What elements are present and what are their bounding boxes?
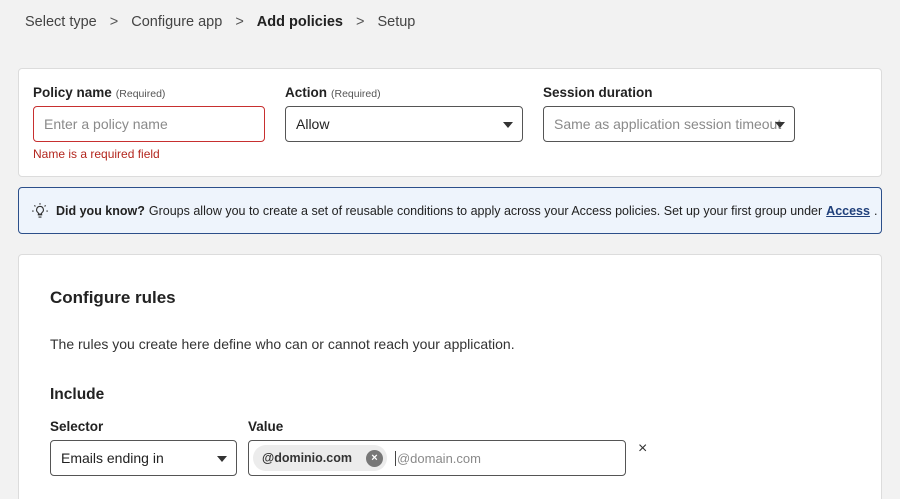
selector-select-value: Emails ending in	[61, 450, 164, 466]
breadcrumb-select-type[interactable]: Select type	[25, 14, 97, 30]
policy-name-error: Name is a required field	[33, 147, 160, 161]
selector-select[interactable]: Emails ending in	[50, 440, 237, 476]
value-placeholder: @domain.com	[394, 450, 481, 466]
action-select-value: Allow	[296, 116, 330, 132]
breadcrumb-separator: >	[356, 14, 365, 30]
remove-rule-icon[interactable]: ×	[638, 440, 647, 458]
configure-rules-description: The rules you create here define who can…	[50, 336, 515, 352]
policy-name-label: Policy name (Required)	[33, 85, 165, 100]
value-label-row: Value	[248, 418, 283, 436]
session-duration-placeholder: Same as application session timeout	[554, 116, 782, 132]
action-label: Action (Required)	[285, 85, 381, 100]
chip-remove-icon[interactable]: ×	[365, 449, 383, 467]
required-marker: (Required)	[331, 88, 381, 100]
policy-name-input[interactable]: Enter a policy name	[33, 106, 265, 142]
breadcrumb: Select type > Configure app > Add polici…	[25, 14, 415, 30]
breadcrumb-configure-app[interactable]: Configure app	[131, 14, 222, 30]
include-title: Include	[50, 386, 105, 403]
action-label-text: Action	[285, 85, 327, 100]
value-chip: @dominio.com ×	[253, 445, 387, 471]
selector-label: Selector	[50, 419, 104, 434]
policy-name-label-text: Policy name	[33, 85, 112, 100]
session-duration-select[interactable]: Same as application session timeout	[543, 106, 795, 142]
value-label: Value	[248, 419, 284, 434]
breadcrumb-separator: >	[109, 14, 119, 30]
policy-details-card: Policy name (Required) Enter a policy nam…	[18, 68, 882, 177]
did-you-know-banner: Did you know? Groups allow you to create…	[18, 187, 882, 234]
value-input[interactable]: @dominio.com × @domain.com	[248, 440, 626, 476]
breadcrumb-separator: >	[235, 14, 244, 30]
selector-label-row: Selector	[50, 418, 103, 436]
session-duration-label: Session duration	[543, 85, 653, 100]
access-link[interactable]: Access	[826, 204, 870, 218]
tip-heading: Did you know?	[56, 203, 145, 218]
required-marker: (Required)	[115, 88, 166, 100]
action-label-row: Action (Required)	[285, 84, 381, 102]
breadcrumb-setup[interactable]: Setup	[377, 14, 415, 30]
policy-name-placeholder: Enter a policy name	[44, 116, 168, 132]
tip-trailing: .	[873, 203, 878, 218]
policy-name-label-row: Policy name (Required)	[33, 84, 165, 102]
breadcrumb-add-policies: Add policies	[256, 14, 343, 30]
session-duration-label-row: Session duration	[543, 84, 653, 102]
chevron-down-icon	[775, 122, 785, 128]
chevron-down-icon	[217, 456, 227, 462]
lightbulb-icon	[32, 202, 48, 218]
configure-rules-card: Configure rules The rules you create her…	[18, 254, 882, 499]
configure-rules-title: Configure rules	[50, 288, 176, 307]
tip-text: Groups allow you to create a set of reus…	[148, 203, 823, 218]
chevron-down-icon	[503, 122, 513, 128]
action-select[interactable]: Allow	[285, 106, 523, 142]
value-chip-label: @dominio.com	[262, 451, 352, 465]
